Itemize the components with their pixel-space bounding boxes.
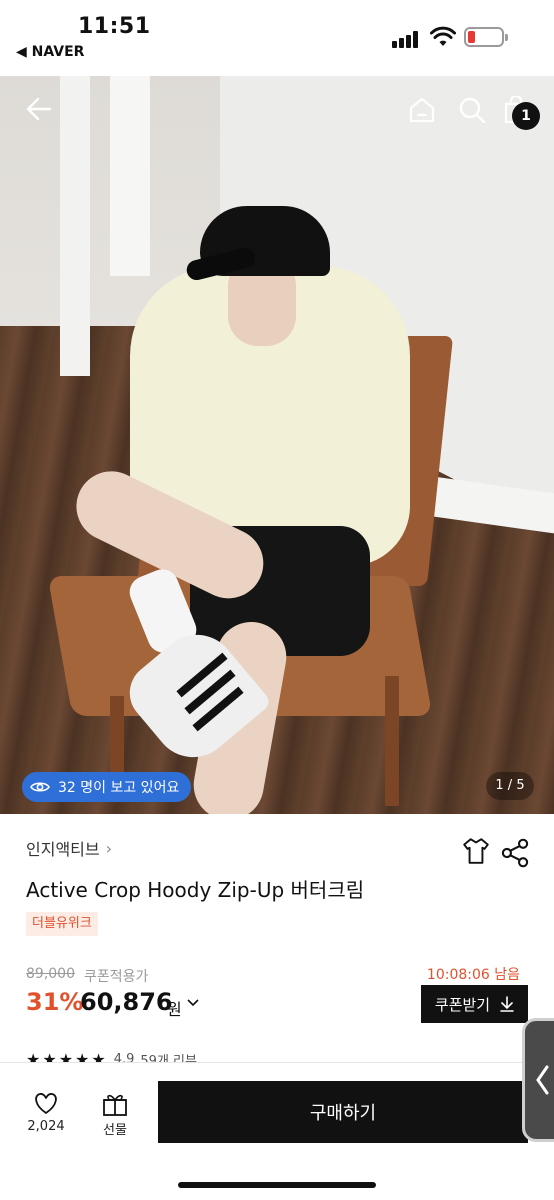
gift-label: 선물 bbox=[103, 1123, 127, 1138]
battery-icon bbox=[464, 27, 508, 47]
discount-rate: 31% bbox=[26, 988, 84, 1016]
photo-doorframe bbox=[110, 76, 150, 276]
eye-icon bbox=[30, 782, 50, 792]
brand-name: 인지액티브 bbox=[26, 840, 100, 859]
photo-doorframe bbox=[60, 76, 90, 376]
coupon-price-label: 쿠폰적용가 bbox=[84, 969, 149, 985]
product-title: Active Crop Hoody Zip-Up 버터크림 bbox=[26, 878, 365, 902]
search-icon[interactable] bbox=[458, 96, 486, 124]
download-icon bbox=[500, 996, 514, 1012]
countdown-timer: 10:08:06 남음 bbox=[426, 967, 520, 983]
currency-label: 원 bbox=[167, 1000, 182, 1019]
share-icon[interactable] bbox=[500, 838, 530, 868]
image-counter: 1 / 5 bbox=[486, 772, 534, 800]
status-bar: 11:51 ◀ NAVER bbox=[0, 0, 554, 76]
home-icon[interactable] bbox=[408, 96, 436, 124]
buy-button[interactable]: 구매하기 bbox=[158, 1081, 528, 1143]
size-guide-icon[interactable] bbox=[461, 836, 491, 866]
status-time: 11:51 bbox=[78, 14, 151, 39]
bottom-action-bar: 2,024 선물 구매하기 bbox=[0, 1062, 554, 1200]
chevron-right-icon: › bbox=[105, 838, 113, 858]
chevron-down-icon[interactable] bbox=[187, 999, 199, 1007]
back-to-app-link[interactable]: ◀ NAVER bbox=[16, 44, 84, 60]
wifi-icon bbox=[430, 26, 456, 46]
chevron-left-icon bbox=[536, 1065, 549, 1095]
heart-icon[interactable] bbox=[26, 1091, 66, 1115]
promo-tag: 더블유위크 bbox=[26, 912, 98, 936]
cellular-signal-icon bbox=[392, 30, 422, 48]
get-coupon-label: 쿠폰받기 bbox=[434, 995, 491, 1014]
get-coupon-button[interactable]: 쿠폰받기 bbox=[421, 985, 528, 1023]
gift-icon[interactable] bbox=[98, 1091, 132, 1117]
back-arrow-icon[interactable] bbox=[26, 96, 52, 122]
viewers-badge: 32 명이 보고 있어요 bbox=[22, 772, 192, 802]
photo-chair-leg bbox=[385, 676, 399, 806]
product-image-carousel[interactable]: 1 32 명이 보고 있어요 1 / 5 bbox=[0, 76, 554, 814]
like-count: 2,024 bbox=[27, 1119, 65, 1134]
cart-count-badge[interactable]: 1 bbox=[512, 102, 540, 130]
side-panel-handle[interactable] bbox=[522, 1018, 554, 1142]
brand-link[interactable]: 인지액티브 › bbox=[26, 836, 112, 860]
viewers-text: 32 명이 보고 있어요 bbox=[58, 780, 180, 796]
original-price: 89,000 bbox=[26, 966, 75, 982]
sale-price: 60,876 bbox=[80, 988, 173, 1016]
home-indicator[interactable] bbox=[178, 1182, 376, 1188]
